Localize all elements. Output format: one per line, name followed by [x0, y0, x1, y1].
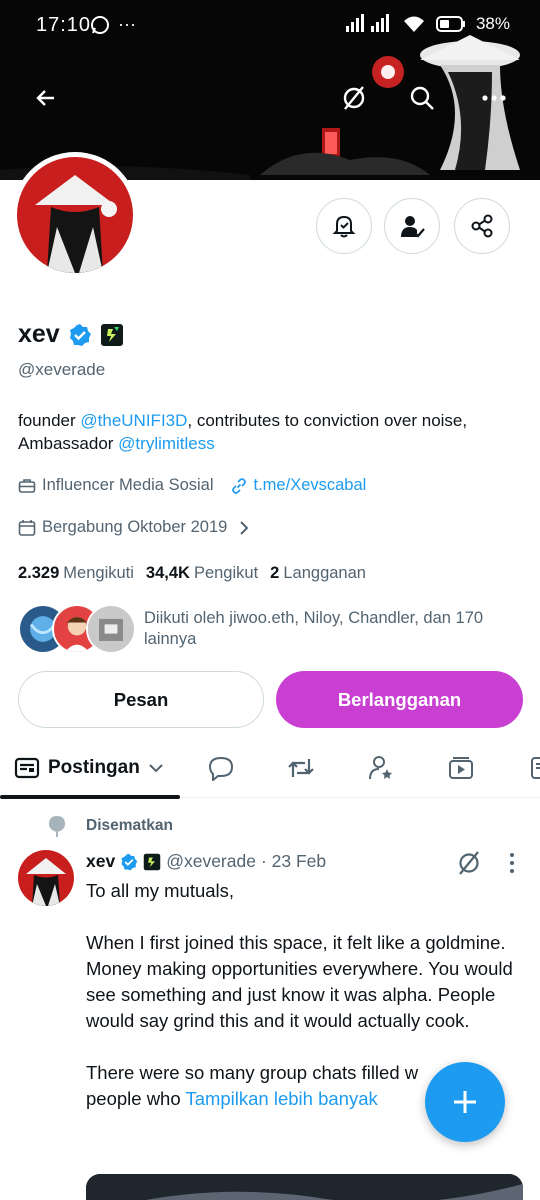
- following-stat[interactable]: 2.329 Mengikuti: [18, 564, 134, 583]
- post-more-button[interactable]: [500, 850, 524, 881]
- following-label: Mengikuti: [63, 564, 134, 582]
- affiliate-badge-icon[interactable]: [100, 323, 124, 347]
- tab-subscriptions[interactable]: [364, 751, 398, 785]
- calendar-icon: [18, 519, 36, 536]
- grok-button[interactable]: [332, 76, 376, 120]
- message-button[interactable]: Pesan: [18, 671, 264, 728]
- tab-posts-label: Postingan: [48, 757, 140, 778]
- follower-avatar: [86, 604, 136, 654]
- wifi-icon: [403, 16, 424, 32]
- bio-mention-unifi3d[interactable]: @theUNIFI3D: [80, 411, 187, 430]
- followers-label: Pengikut: [193, 564, 259, 582]
- search-icon: [410, 86, 434, 110]
- share-button[interactable]: [454, 198, 510, 254]
- followers-count: 34,4K: [145, 564, 190, 582]
- reply-tab-icon: [208, 756, 234, 781]
- status-time: 17:10: [36, 14, 92, 36]
- grok-icon: [459, 851, 479, 875]
- tab-posts[interactable]: Postingan: [0, 738, 180, 799]
- repost-tab-icon: [288, 759, 314, 777]
- signal-icon: [345, 14, 389, 32]
- link-icon: [231, 477, 246, 494]
- tab-reposts[interactable]: [284, 751, 318, 785]
- profile-avatar[interactable]: [12, 152, 138, 278]
- tab-replies[interactable]: [204, 751, 238, 785]
- post-media-image[interactable]: [86, 1174, 523, 1200]
- post-author-handle: @xeverade: [166, 851, 256, 871]
- subscribe-button[interactable]: Berlangganan: [276, 671, 523, 728]
- status-bar: 17:10 ··· 38%: [0, 0, 540, 52]
- followed-by-text: Diikuti oleh jiwoo.eth, Niloy, Chandler,…: [144, 609, 484, 648]
- post-media-preview: [86, 1174, 523, 1200]
- pinned-label-row: Disematkan: [46, 814, 173, 838]
- post-grok-button[interactable]: [456, 850, 482, 881]
- battery-icon: [435, 16, 465, 32]
- bio-mention-trylimitless[interactable]: @trylimitless: [118, 434, 215, 453]
- whatsapp-icon: [91, 15, 109, 34]
- back-arrow-icon: [36, 90, 54, 106]
- joined-row[interactable]: Bergabung Oktober 2019: [18, 518, 251, 537]
- tab-more[interactable]: [524, 751, 540, 785]
- bio-text: founder: [18, 411, 81, 430]
- compose-post-button[interactable]: [425, 1062, 505, 1142]
- tab-media[interactable]: [444, 751, 478, 785]
- bell-plus-icon: [332, 215, 356, 238]
- profile-handle: @xeverade: [18, 360, 106, 379]
- notification-button[interactable]: [316, 198, 372, 254]
- vertical-more-icon: [510, 853, 514, 873]
- subscriptions-label: Langganan: [283, 564, 366, 582]
- post-header: xev @xeverade · 23 Feb: [86, 851, 326, 872]
- affiliate-badge-icon: [143, 853, 161, 870]
- show-more-link[interactable]: Tampilkan lebih banyak: [185, 1088, 377, 1109]
- display-name: xev: [18, 320, 60, 348]
- profile-tabs: Postingan: [0, 738, 540, 799]
- subscriptions-count: 2: [270, 564, 280, 582]
- verified-badge-icon: [121, 853, 138, 870]
- battery-percent: 38%: [475, 14, 510, 33]
- name-row: xev: [18, 320, 124, 349]
- article-tab-icon: [531, 757, 540, 779]
- following-button[interactable]: [384, 198, 440, 254]
- status-notification-icons: ···: [90, 14, 136, 35]
- more-icon: [482, 95, 506, 101]
- plus-icon: [454, 1091, 476, 1113]
- grok-icon: [343, 86, 365, 110]
- post-author-avatar[interactable]: [18, 850, 74, 906]
- share-icon: [471, 214, 493, 238]
- search-button[interactable]: [400, 76, 444, 120]
- avatar: [17, 157, 133, 273]
- briefcase-icon: [18, 478, 36, 493]
- followed-by-preview[interactable]: Diikuti oleh jiwoo.eth, Niloy, Chandler,…: [18, 602, 528, 654]
- more-button[interactable]: [472, 76, 516, 120]
- media-tab-icon: [449, 757, 473, 779]
- post-body-text: To all my mutuals, When I first joined t…: [86, 880, 513, 1083]
- followers-stat[interactable]: 34,4K Pengikut: [146, 564, 258, 583]
- back-button[interactable]: [24, 76, 68, 120]
- posts-tab-icon: [14, 757, 40, 779]
- profile-stats: 2.329 Mengikuti 34,4K Pengikut 2 Langganan: [18, 564, 366, 583]
- profile-meta-row: Influencer Media Sosial t.me/Xevscabal: [18, 476, 366, 495]
- person-check-icon: [401, 216, 425, 238]
- following-count: 2.329: [18, 564, 60, 582]
- top-nav: [0, 76, 540, 132]
- status-right: 38%: [345, 14, 510, 34]
- profile-website-link[interactable]: t.me/Xevscabal: [254, 476, 367, 495]
- profile-category: Influencer Media Sosial: [42, 476, 214, 494]
- subscription-tab-icon: [369, 756, 392, 780]
- post-body-text-tail: people who: [86, 1088, 186, 1109]
- post-date: · 23 Feb: [260, 851, 327, 871]
- subscriptions-stat[interactable]: 2 Langganan: [270, 564, 366, 583]
- more-notifications-icon: ···: [118, 14, 136, 34]
- active-tab-indicator: [0, 795, 180, 799]
- profile-bio: founder @theUNIFI3D, contributes to conv…: [18, 409, 528, 455]
- chevron-down-icon: [149, 764, 163, 773]
- joined-date: Bergabung Oktober 2019: [42, 518, 228, 536]
- pin-icon: [49, 816, 65, 837]
- post-author-name[interactable]: xev: [86, 851, 115, 872]
- chevron-right-icon: [240, 520, 249, 535]
- verified-badge-icon[interactable]: [68, 323, 92, 347]
- pinned-label: Disematkan: [86, 817, 174, 834]
